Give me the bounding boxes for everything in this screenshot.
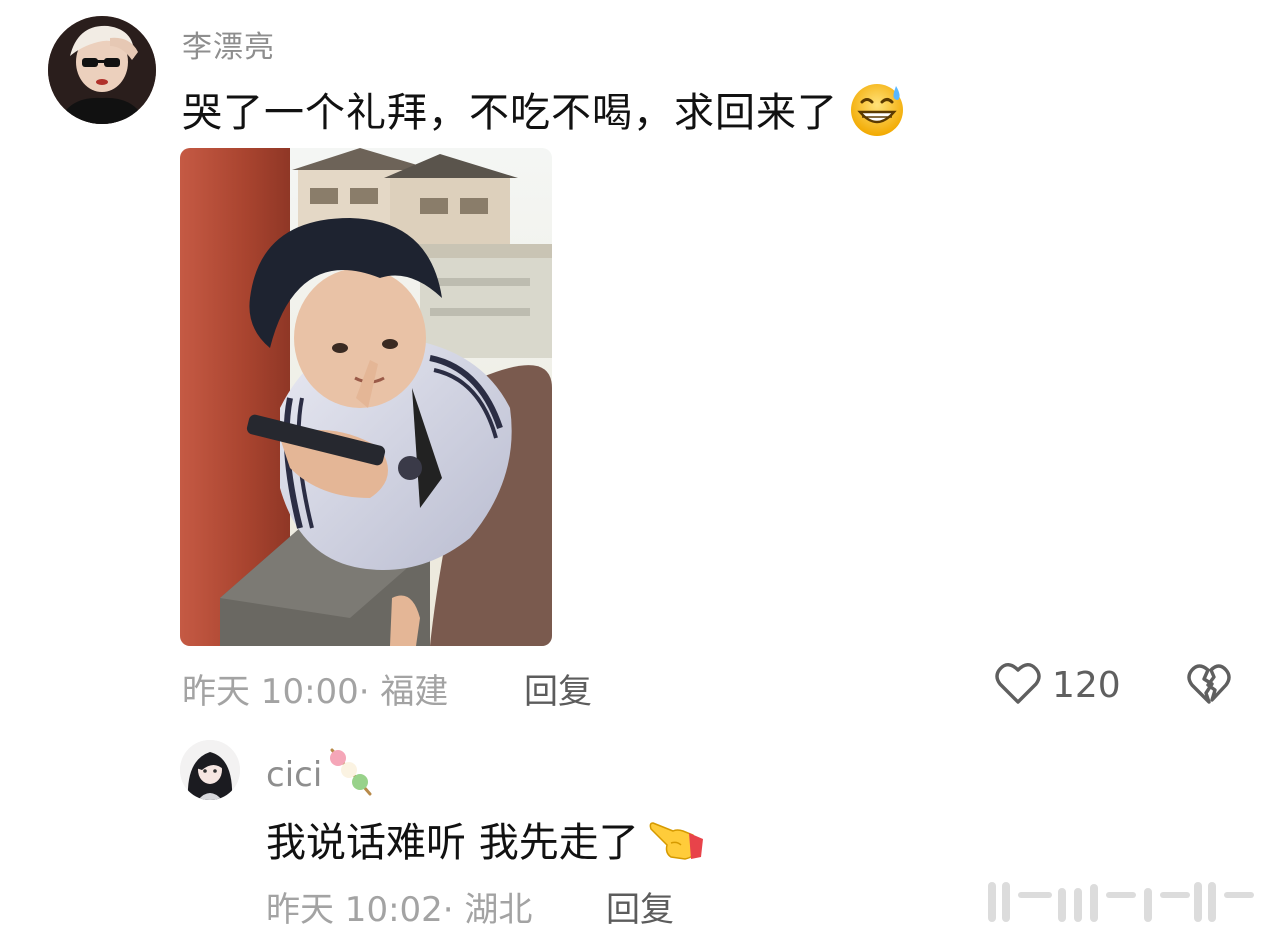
reply-button[interactable]: 回复 xyxy=(524,664,592,713)
dango-emoji xyxy=(326,746,376,798)
reply-button[interactable]: 回复 xyxy=(606,882,674,931)
avatar[interactable] xyxy=(48,16,156,124)
watermark-logo xyxy=(988,874,1266,934)
heart-icon[interactable] xyxy=(994,660,1042,710)
comment-photo[interactable] xyxy=(180,148,552,646)
author-name-text: cici xyxy=(266,755,323,795)
author-name[interactable]: cici xyxy=(266,748,376,798)
comment-text: 哭了一个礼拜，不吃不喝，求回来了 xyxy=(182,80,906,138)
pointing-hand-emoji xyxy=(647,813,705,865)
avatar[interactable] xyxy=(180,740,240,800)
comment-text-content: 哭了一个礼拜，不吃不喝，求回来了 xyxy=(182,90,838,136)
comment-thread: 李漂亮 哭了一个礼拜，不吃不喝，求回来了 昨天 10:00· 福建 回复 120… xyxy=(0,0,1284,943)
time-location: 昨天 10:00· 福建 xyxy=(182,672,449,712)
broken-heart-icon[interactable] xyxy=(1186,662,1232,706)
like-button[interactable]: 120 xyxy=(994,660,1121,710)
grinning-sweat-emoji xyxy=(848,80,906,138)
time-location: 昨天 10:02· 湖北 xyxy=(266,890,533,930)
comment-text: 我说话难听 我先走了 xyxy=(266,810,705,868)
author-name[interactable]: 李漂亮 xyxy=(182,22,275,66)
comment-text-content: 我说话难听 我先走了 xyxy=(266,820,639,866)
like-count: 120 xyxy=(1052,664,1121,706)
